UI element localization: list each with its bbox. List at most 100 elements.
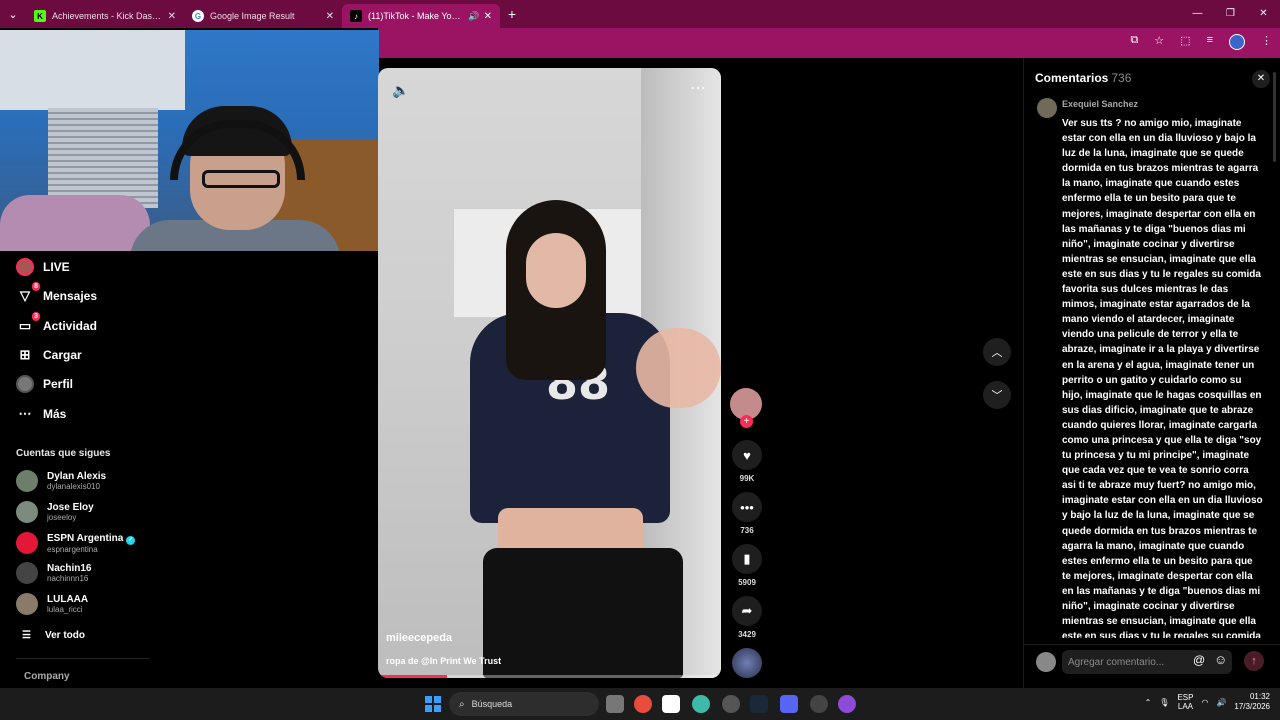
comment-action[interactable]: ••• 736 (730, 492, 764, 535)
steam-icon[interactable] (750, 695, 768, 713)
windows-start-icon[interactable] (425, 696, 441, 712)
divider (16, 658, 150, 659)
comments-count: 736 (1111, 71, 1132, 85)
more-icon: ⋯ (18, 406, 32, 421)
comment-input[interactable] (1062, 650, 1232, 674)
sidebar-item-cargar[interactable]: ⊞ Cargar (16, 346, 82, 364)
tab-kick-dashboard[interactable]: K Achievements - Kick Dashboard ✕ (26, 4, 184, 28)
media-controls-icon[interactable]: ≡ (1207, 34, 1213, 50)
chrome-profile-icon[interactable] (692, 695, 710, 713)
account-name: Jose Eloy (47, 502, 94, 513)
speaker-icon[interactable]: 🔊 (468, 11, 479, 22)
account-name: ESPN Argentina (47, 532, 124, 544)
extensions-icon[interactable]: ⬚ (1180, 34, 1190, 50)
obs-icon[interactable] (838, 695, 856, 713)
heart-icon[interactable]: ♥ (732, 440, 762, 470)
close-icon[interactable]: ✕ (1252, 70, 1270, 88)
following-account[interactable]: ESPN Argentina ✓ espnargentina (16, 532, 136, 554)
webcam-overlay (0, 30, 379, 251)
video-author[interactable]: mileecepeda (386, 632, 452, 644)
wifi-icon[interactable]: ◠ (1201, 698, 1208, 707)
account-username: dylanalexis010 (47, 482, 100, 491)
following-account[interactable]: Jose Eloy joseeloy (16, 501, 94, 523)
tiktok-icon: ♪ (350, 10, 362, 22)
see-all-button[interactable]: ☰ Ver todo (22, 630, 85, 641)
comment-input-row: @ ☺ ↑ (1024, 644, 1280, 688)
send-icon: ▽ 8 (20, 282, 40, 303)
comment-icon[interactable]: ••• (732, 492, 762, 522)
emoji-icon[interactable]: ☺ (1214, 652, 1227, 667)
media-player-icon[interactable] (722, 695, 740, 713)
app-icon[interactable] (810, 695, 828, 713)
share-count: 3429 (738, 630, 756, 639)
clock[interactable]: 01:32 17/3/2026 (1234, 692, 1270, 712)
espn-avatar (16, 532, 38, 554)
close-icon[interactable]: ✕ (484, 11, 492, 22)
sidebar-item-perfil[interactable]: Perfil (16, 375, 73, 393)
more-options-icon[interactable]: ⋯ (690, 78, 707, 98)
new-tab-button[interactable]: + (500, 6, 524, 22)
comment-avatar[interactable] (1037, 98, 1057, 118)
taskbar-search[interactable]: ⌕ Búsqueda (449, 692, 599, 716)
following-account[interactable]: Dylan Alexis dylanalexis010 (16, 470, 106, 492)
tab-search-chevron-icon[interactable]: ⌄ (0, 0, 26, 28)
sidebar-item-mensajes[interactable]: ▽ 8 Mensajes (16, 282, 97, 305)
discord-icon[interactable] (780, 695, 798, 713)
video-progress-bar[interactable] (378, 675, 721, 678)
next-video-button[interactable]: ﹀ (983, 381, 1011, 409)
chrome-icon[interactable] (634, 695, 652, 713)
tab-google-image[interactable]: G Google Image Result ✕ (184, 4, 342, 28)
list-icon: ☰ (22, 630, 31, 641)
plus-square-icon: ⊞ (19, 347, 31, 362)
install-app-icon[interactable]: ⧉ (1130, 34, 1138, 50)
avatar (16, 593, 38, 615)
language-code: ESP (1177, 693, 1194, 702)
music-disc-icon[interactable] (732, 648, 762, 678)
chevron-up-icon[interactable]: ⌃ (1145, 698, 1152, 707)
tab-tiktok[interactable]: ♪ (11)TikTok - Make Your Day 🔊 ✕ (342, 4, 500, 28)
account-name: Dylan Alexis (47, 471, 107, 482)
comments-scrollbar[interactable] (1273, 72, 1276, 162)
following-account[interactable]: LULAAA lulaa_ricci (16, 593, 88, 615)
kick-icon: K (34, 10, 46, 22)
toolbar-icons: ⧉ ☆ ⬚ ≡ ⋮ (1130, 34, 1272, 50)
language-indicator[interactable]: ESP LAA (1177, 693, 1193, 711)
following-account[interactable]: Nachin16 nachinnn16 (16, 562, 91, 584)
bookmark-star-icon[interactable]: ☆ (1154, 34, 1164, 50)
video-player[interactable]: 88 🔈 ⋯ mileecepeda ropa de @In Print We … (378, 68, 721, 678)
like-action[interactable]: ♥ 99K (730, 440, 764, 483)
verified-icon: ✓ (126, 535, 136, 545)
kick-app-icon[interactable] (662, 695, 680, 713)
account-name: Nachin16 (47, 563, 92, 574)
windows-taskbar: ⌕ Búsqueda ⌃ 🎙 ESP LAA ◠ 🔊 01:32 17/3/20… (0, 688, 1280, 720)
browser-menu-icon[interactable]: ⋮ (1261, 34, 1272, 50)
share-action[interactable]: ➦ 3429 (730, 596, 764, 639)
creator-avatar[interactable]: + (730, 388, 762, 428)
volume-icon[interactable]: 🔈 (392, 82, 409, 99)
tab-label: Google Image Result (210, 11, 295, 21)
close-icon[interactable]: ✕ (326, 11, 334, 22)
profile-avatar[interactable] (1229, 34, 1245, 50)
previous-video-button[interactable]: ︿ (983, 338, 1011, 366)
comment-author[interactable]: Exequiel Sanchez (1062, 99, 1138, 109)
follow-plus-icon[interactable]: + (740, 415, 753, 428)
comments-header: Comentarios 736 (1035, 71, 1131, 85)
mention-icon[interactable]: @ (1193, 653, 1205, 667)
sidebar-item-mas[interactable]: ⋯ Más (16, 405, 67, 423)
microphone-icon[interactable]: 🎙 (1159, 698, 1169, 707)
bookmark-icon[interactable]: ▮ (732, 544, 762, 574)
close-icon[interactable]: ✕ (168, 11, 176, 22)
close-window-icon[interactable]: ✕ (1247, 0, 1280, 28)
company-link[interactable]: Company (24, 671, 70, 682)
file-explorer-icon[interactable] (606, 695, 624, 713)
sidebar-item-live[interactable]: LIVE (16, 258, 70, 276)
save-action[interactable]: ▮ 5909 (730, 544, 764, 587)
minimize-icon[interactable]: — (1181, 0, 1214, 28)
speaker-icon[interactable]: 🔊 (1216, 698, 1226, 707)
send-arrow-icon[interactable]: ↑ (1244, 651, 1264, 671)
video-caption[interactable]: ropa de @In Print We Trust (386, 656, 501, 666)
video-scene-face (526, 233, 586, 308)
sidebar-item-actividad[interactable]: ▭ 3 Actividad (16, 312, 97, 335)
share-icon[interactable]: ➦ (732, 596, 762, 626)
maximize-icon[interactable]: ❐ (1214, 0, 1247, 28)
